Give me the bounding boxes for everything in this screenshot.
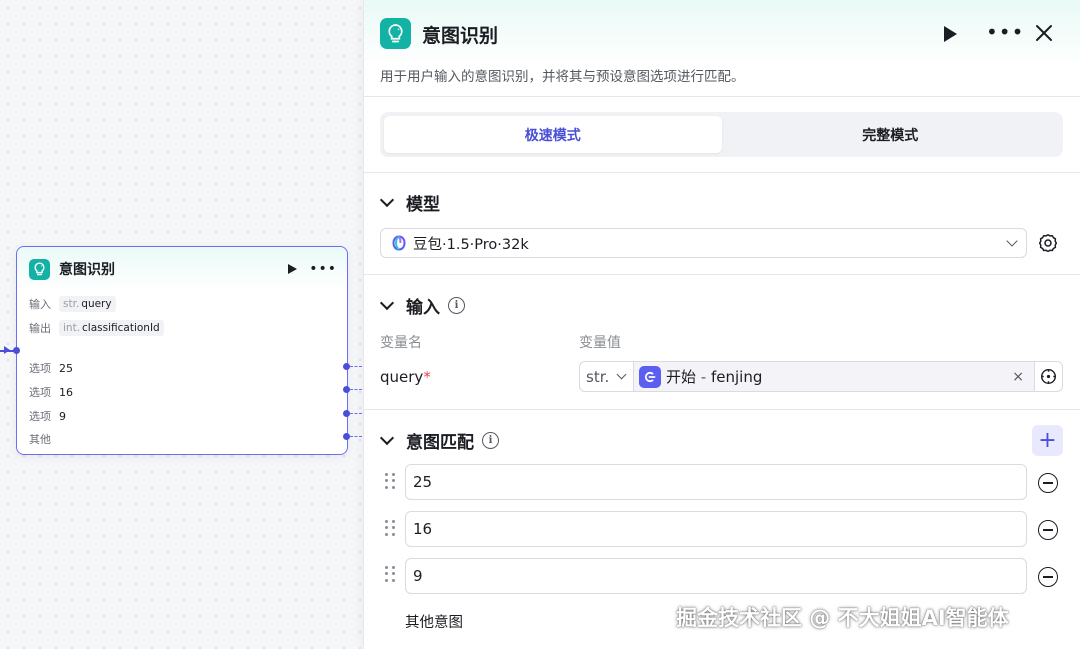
panel-header: 意图识别 ••• 用于用户输入的意图识别，并将其与预设意图选项进行匹配。 bbox=[364, 0, 1080, 97]
intent-section-title: 意图匹配 bbox=[406, 433, 474, 453]
type-select[interactable]: str. bbox=[580, 362, 634, 391]
column-header-var-name: 变量名 bbox=[380, 335, 422, 351]
node-title: 意图识别 bbox=[59, 262, 115, 278]
remove-intent-icon[interactable] bbox=[1038, 473, 1058, 493]
node-output-label: 输出 bbox=[29, 322, 51, 335]
model-select[interactable]: 豆包·1.5·Pro·32k bbox=[380, 228, 1027, 258]
tab-full-mode[interactable]: 完整模式 bbox=[722, 116, 1060, 153]
panel-title: 意图识别 bbox=[422, 25, 499, 47]
node-output-row: 输出 int. classificationId bbox=[29, 320, 164, 336]
node-run-icon[interactable] bbox=[288, 264, 298, 274]
outgoing-edge bbox=[350, 413, 362, 415]
reference-text: 开始 - fenjing bbox=[666, 368, 763, 386]
drag-handle-icon[interactable] bbox=[385, 520, 395, 536]
variable-picker-target-icon[interactable] bbox=[1034, 362, 1062, 391]
outgoing-edge bbox=[350, 436, 362, 438]
chevron-down-icon bbox=[616, 369, 627, 380]
node-more-icon[interactable]: ••• bbox=[309, 262, 337, 276]
chevron-down-icon bbox=[1006, 235, 1018, 247]
mode-switch: 极速模式 完整模式 bbox=[380, 112, 1063, 157]
required-asterisk: * bbox=[423, 368, 431, 386]
start-node-icon bbox=[639, 365, 661, 388]
column-header-var-value: 变量值 bbox=[579, 335, 621, 351]
intent-node-card[interactable]: 意图识别 ••• 输入 str. query 输出 int. classificat… bbox=[16, 246, 348, 455]
info-icon[interactable]: i bbox=[448, 297, 465, 314]
clear-icon[interactable]: × bbox=[1012, 369, 1024, 385]
node-input-label: 输入 bbox=[29, 298, 51, 311]
node-option-row: 选项 9 bbox=[29, 409, 66, 424]
intent-section-header[interactable]: 意图匹配 i bbox=[379, 428, 499, 453]
node-option-row: 选项 16 bbox=[29, 385, 73, 400]
intent-bulb-icon bbox=[380, 18, 411, 49]
watermark: 掘金技术社区 @ 不大姐姐AI智能体 bbox=[676, 606, 1009, 630]
chevron-down-icon bbox=[379, 192, 395, 208]
add-intent-button[interactable]: + bbox=[1032, 425, 1063, 456]
remove-intent-icon[interactable] bbox=[1038, 567, 1058, 587]
divider bbox=[364, 409, 1080, 410]
tab-fast-mode[interactable]: 极速模式 bbox=[384, 116, 722, 153]
node-output-tag: int. classificationId bbox=[59, 320, 164, 336]
divider bbox=[364, 172, 1080, 173]
node-output-port[interactable] bbox=[343, 386, 350, 393]
node-input-row: 输入 str. query bbox=[29, 296, 116, 312]
model-section-header[interactable]: 模型 bbox=[379, 190, 440, 215]
gear-icon[interactable] bbox=[1038, 233, 1058, 253]
variable-value-field[interactable]: str. 开始 - fenjing × bbox=[579, 361, 1063, 392]
model-section-title: 模型 bbox=[406, 195, 440, 215]
drag-handle-icon[interactable] bbox=[385, 566, 395, 582]
remove-intent-icon[interactable] bbox=[1038, 520, 1058, 540]
incoming-edge-arrow bbox=[4, 346, 10, 354]
doubao-logo-icon bbox=[392, 235, 406, 251]
outgoing-edge bbox=[350, 366, 362, 368]
other-intent-label: 其他意图 bbox=[405, 615, 463, 631]
node-other-row: 其他 bbox=[29, 433, 51, 446]
input-section-title: 输入 bbox=[406, 298, 440, 318]
node-header: 意图识别 ••• bbox=[17, 247, 347, 291]
input-section-header[interactable]: 输入 i bbox=[379, 293, 465, 318]
variable-name: query* bbox=[380, 368, 431, 386]
node-option-row: 选项 25 bbox=[29, 361, 73, 376]
model-name: 豆包·1.5·Pro·32k bbox=[413, 236, 529, 253]
outgoing-edge bbox=[350, 389, 362, 391]
chevron-down-icon bbox=[379, 295, 395, 311]
intent-bulb-icon bbox=[29, 258, 50, 280]
intent-option-input[interactable]: 25 bbox=[405, 464, 1027, 500]
close-icon[interactable] bbox=[1034, 23, 1054, 43]
variable-reference-chip[interactable]: 开始 - fenjing × bbox=[634, 362, 1034, 391]
divider bbox=[364, 274, 1080, 275]
node-output-port[interactable] bbox=[343, 433, 350, 440]
node-input-tag: str. query bbox=[59, 296, 116, 312]
node-output-port[interactable] bbox=[343, 363, 350, 370]
info-icon[interactable]: i bbox=[482, 432, 499, 449]
chevron-down-icon bbox=[379, 430, 395, 446]
more-icon[interactable]: ••• bbox=[986, 22, 1024, 42]
node-config-panel: 意图识别 ••• 用于用户输入的意图识别，并将其与预设意图选项进行匹配。 极速模… bbox=[363, 0, 1080, 649]
drag-handle-icon[interactable] bbox=[385, 473, 395, 489]
run-icon[interactable] bbox=[944, 26, 957, 42]
node-input-port[interactable] bbox=[13, 347, 20, 354]
intent-option-input[interactable]: 9 bbox=[405, 558, 1027, 594]
panel-description: 用于用户输入的意图识别，并将其与预设意图选项进行匹配。 bbox=[380, 69, 745, 85]
intent-option-input[interactable]: 16 bbox=[405, 511, 1027, 547]
node-output-port[interactable] bbox=[343, 410, 350, 417]
